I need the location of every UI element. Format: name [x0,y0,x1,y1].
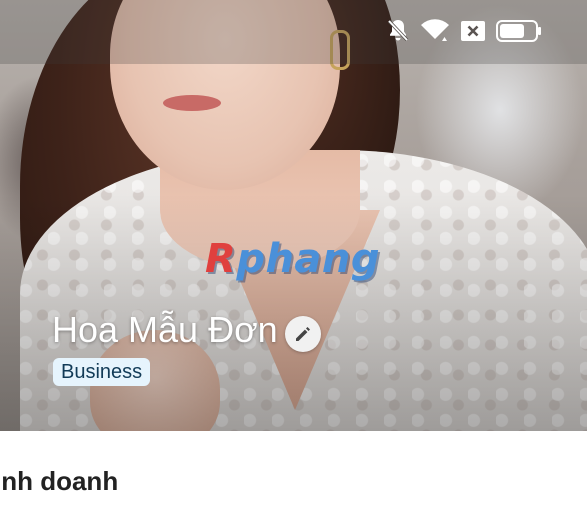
wifi-icon [421,19,449,43]
pencil-icon [296,327,310,341]
profile-name: Hoa Mẫu Đơn [52,309,278,350]
section-title: inh doanh [0,466,119,496]
battery-level-fill [500,24,524,38]
edit-name-button[interactable] [285,316,321,352]
battery-icon [496,20,541,42]
status-icons [386,18,542,44]
watermark-logo: Rphang [205,236,380,282]
notifications-off-icon [387,19,409,42]
sim-error-icon [461,21,485,41]
status-bar [0,0,587,64]
business-badge: Business [53,358,151,386]
watermark-rest: phang [236,236,381,282]
watermark-first-letter: R [205,236,237,282]
